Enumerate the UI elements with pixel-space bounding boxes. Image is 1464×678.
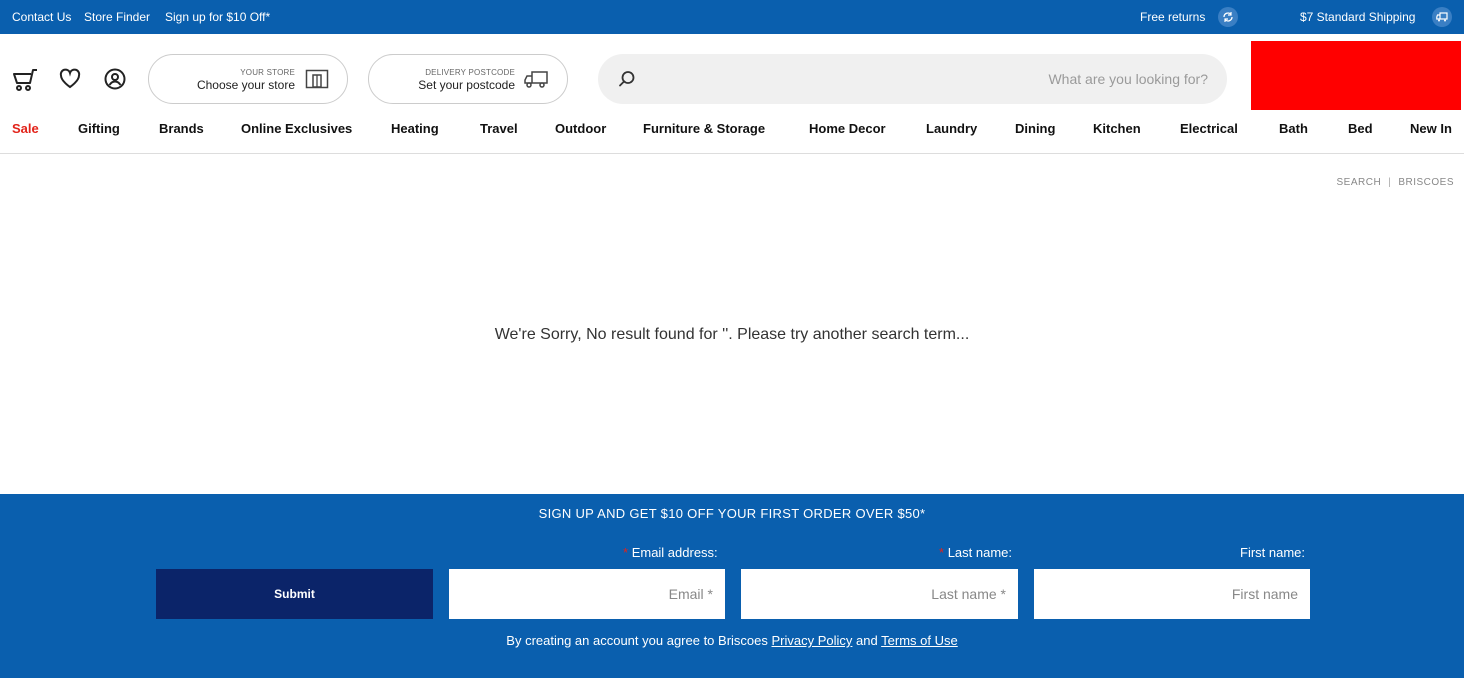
last-name-label: * Last name: [935,545,1012,560]
nav-brands[interactable]: Brands [159,121,204,136]
first-name-label: First name: [1240,545,1306,560]
store-finder-link[interactable]: Store Finder [84,10,150,24]
wishlist-heart-icon[interactable] [59,68,81,95]
breadcrumb-separator: | [1388,177,1392,188]
nav-heating[interactable]: Heating [391,121,439,136]
signup-legal-text: By creating an account you agree to Bris… [0,633,1464,648]
store-caption: YOUR STORE [240,68,295,77]
nav-new-in[interactable]: New In [1410,121,1452,136]
nav-outdoor[interactable]: Outdoor [555,121,606,136]
first-name-field[interactable] [1034,569,1310,619]
nav-kitchen[interactable]: Kitchen [1093,121,1141,136]
nav-bath[interactable]: Bath [1279,121,1308,136]
main-navigation: New In Bed Bath Electrical Kitchen Dinin… [0,112,1464,154]
nav-dining[interactable]: Dining [1015,121,1055,136]
signup-offer-link[interactable]: Sign up for $10 Off* [165,10,270,24]
store-icon [305,69,329,94]
no-results-message: We're Sorry, No result found for ''. Ple… [494,326,970,343]
truck-icon [1432,7,1452,27]
submit-button[interactable]: Submit [156,569,433,619]
nav-laundry[interactable]: Laundry [926,121,977,136]
breadcrumb-home[interactable]: BRISCOES [1398,177,1454,188]
nav-online-exclusives[interactable]: Online Exclusives [241,121,352,136]
refresh-icon [1218,7,1238,27]
nav-sale[interactable]: Sale [12,121,39,136]
logo[interactable] [1251,41,1461,110]
email-label-text: Email address: [631,545,718,560]
email-field[interactable] [449,569,725,619]
contact-us-link[interactable]: Contact Us [12,10,71,24]
choose-store-button[interactable]: YOUR STORE Choose your store [148,54,348,104]
search-icon[interactable] [618,70,636,93]
nav-bed[interactable]: Bed [1348,121,1373,136]
account-icon[interactable] [104,68,126,95]
free-returns-link[interactable]: Free returns [1140,10,1205,24]
privacy-policy-link[interactable]: Privacy Policy [772,633,853,648]
nav-gifting[interactable]: Gifting [78,121,120,136]
legal-prefix: By creating an account you agree to Bris… [506,633,768,648]
store-value: Choose your store [196,78,295,92]
terms-of-use-link[interactable]: Terms of Use [881,633,958,648]
signup-heading: SIGN UP AND GET $10 OFF YOUR FIRST ORDER… [538,506,926,521]
search-bar [598,54,1227,104]
search-input[interactable] [648,54,1208,104]
breadcrumb: SEARCH | BRISCOES [1337,177,1454,188]
delivery-value: Set your postcode [418,78,515,92]
nav-travel[interactable]: Travel [480,121,518,136]
delivery-postcode-button[interactable]: DELIVERY POSTCODE Set your postcode [368,54,568,104]
email-label: * Email address: [619,545,718,560]
required-mark: * [939,545,945,560]
breadcrumb-current: SEARCH [1336,177,1382,188]
shipping-info[interactable]: $7 Standard Shipping [1300,10,1415,24]
nav-furniture-storage[interactable]: Furniture & Storage [643,121,765,136]
truck-icon [523,69,549,94]
cart-icon[interactable] [12,68,38,97]
nav-home-decor[interactable]: Home Decor [809,121,886,136]
required-mark: * [623,545,629,560]
signup-section: SIGN UP AND GET $10 OFF YOUR FIRST ORDER… [0,494,1464,678]
nav-electrical[interactable]: Electrical [1180,121,1238,136]
delivery-caption: DELIVERY POSTCODE [425,68,515,77]
last-name-label-text: Last name: [947,545,1013,560]
last-name-field[interactable] [741,569,1018,619]
top-utility-bar: $7 Standard Shipping Free returns Contac… [0,0,1464,34]
legal-and: and [856,633,878,648]
